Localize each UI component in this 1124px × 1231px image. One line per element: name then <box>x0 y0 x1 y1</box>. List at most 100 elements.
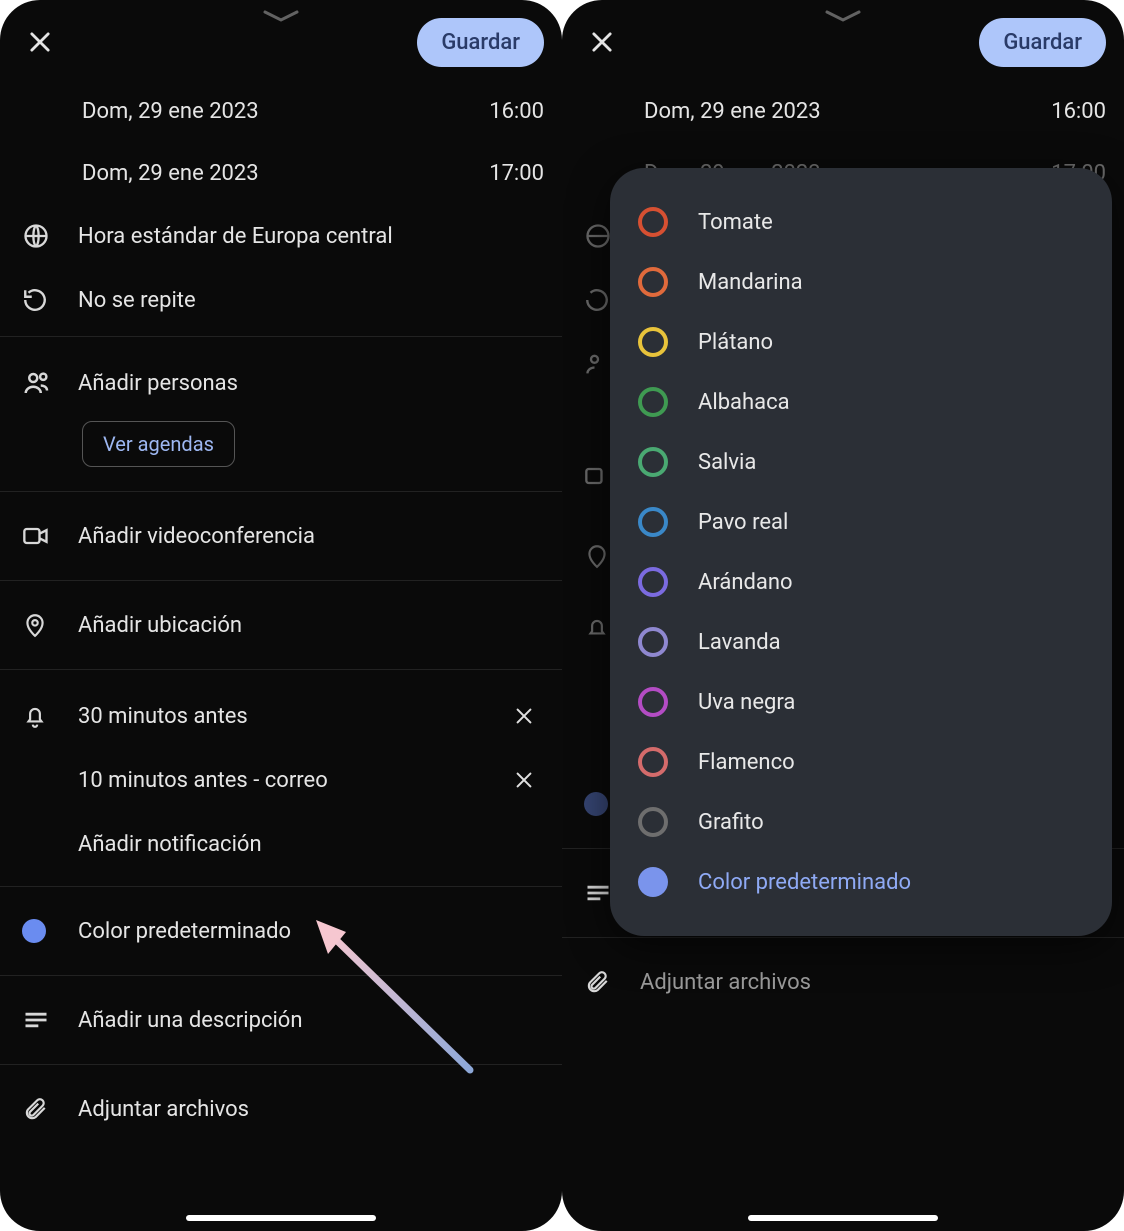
color-option-label: Lavanda <box>698 630 781 655</box>
description-row[interactable]: Añadir una descripción <box>0 980 562 1060</box>
end-datetime-row[interactable]: Dom, 29 ene 2023 17:00 <box>0 142 562 204</box>
save-button[interactable]: Guardar <box>979 18 1106 67</box>
color-dot-icon <box>22 919 78 943</box>
color-option[interactable]: Arándano <box>620 552 1102 612</box>
start-datetime-row[interactable]: Dom, 29 ene 2023 16:00 <box>0 80 562 142</box>
add-video-row[interactable]: Añadir videoconferencia <box>0 496 562 576</box>
color-row[interactable]: Color predeterminado <box>0 891 562 971</box>
color-option-label: Flamenco <box>698 750 795 775</box>
remove-reminder-1-button[interactable] <box>504 696 544 736</box>
attachment-icon <box>584 969 640 995</box>
add-location-row[interactable]: Añadir ubicación <box>0 585 562 665</box>
color-option-label: Plátano <box>698 330 773 355</box>
add-people-row[interactable]: Añadir personas <box>0 351 562 415</box>
end-date: Dom, 29 ene 2023 <box>82 161 259 186</box>
attach-row[interactable]: Adjuntar archivos <box>0 1069 562 1149</box>
phone-right: Guardar Dom, 29 ene 2023 16:00 Dom, 29 e… <box>562 0 1124 1231</box>
add-people-label: Añadir personas <box>78 371 544 396</box>
people-icon <box>22 368 78 398</box>
video-icon <box>22 522 78 550</box>
add-notification-label: Añadir notificación <box>78 832 544 857</box>
divider <box>0 886 562 887</box>
close-button[interactable] <box>580 20 624 64</box>
color-option[interactable]: Salvia <box>620 432 1102 492</box>
save-button[interactable]: Guardar <box>417 18 544 67</box>
color-label: Color predeterminado <box>78 919 544 944</box>
notifications-section: 30 minutos antes 10 minutos antes - corr… <box>0 674 562 882</box>
attach-label: Adjuntar archivos <box>78 1097 544 1122</box>
drag-handle <box>259 6 303 28</box>
color-option-label: Salvia <box>698 450 756 475</box>
color-swatch-icon <box>638 207 668 237</box>
close-button[interactable] <box>18 20 62 64</box>
view-schedules-wrap: Ver agendas <box>0 415 562 481</box>
divider <box>0 336 562 337</box>
color-swatch-icon <box>638 267 668 297</box>
timezone-row[interactable]: Hora estándar de Europa central <box>0 204 562 268</box>
color-option[interactable]: Uva negra <box>620 672 1102 732</box>
start-date: Dom, 29 ene 2023 <box>82 99 259 124</box>
color-option[interactable]: Flamenco <box>620 732 1102 792</box>
color-swatch-icon <box>638 567 668 597</box>
bell-icon <box>22 703 78 729</box>
view-schedules-button[interactable]: Ver agendas <box>82 421 235 467</box>
color-option-label: Albahaca <box>698 390 790 415</box>
divider <box>0 491 562 492</box>
color-option[interactable]: Lavanda <box>620 612 1102 672</box>
reminder-2-row[interactable]: 10 minutos antes - correo <box>0 748 562 812</box>
color-option-label: Arándano <box>698 570 793 595</box>
divider <box>0 580 562 581</box>
home-indicator <box>186 1215 376 1221</box>
divider <box>0 975 562 976</box>
repeat-icon <box>22 287 78 313</box>
add-location-label: Añadir ubicación <box>78 613 544 638</box>
color-option[interactable]: Tomate <box>620 192 1102 252</box>
color-picker-popup: Tomate Mandarina Plátano Albahaca Salvia Pavo… <box>610 168 1112 936</box>
color-option[interactable]: Albahaca <box>620 372 1102 432</box>
repeat-label: No se repite <box>78 288 544 313</box>
divider <box>0 1064 562 1065</box>
drag-handle <box>821 6 865 28</box>
people-section: Añadir personas Ver agendas <box>0 341 562 487</box>
color-option-label: Uva negra <box>698 690 795 715</box>
globe-icon <box>22 222 78 250</box>
color-option-default-label: Color predeterminado <box>698 870 911 895</box>
add-video-label: Añadir videoconferencia <box>78 524 544 549</box>
notes-icon <box>22 1006 78 1034</box>
remove-reminder-2-button[interactable] <box>504 760 544 800</box>
color-option-default[interactable]: Color predeterminado <box>620 852 1102 912</box>
reminder-2-label: 10 minutos antes - correo <box>78 768 504 793</box>
description-label: Añadir una descripción <box>78 1008 544 1033</box>
color-option[interactable]: Pavo real <box>620 492 1102 552</box>
reminder-1-label: 30 minutos antes <box>78 704 504 729</box>
color-swatch-icon <box>638 627 668 657</box>
start-time: 16:00 <box>1051 99 1106 124</box>
add-notification-row[interactable]: Añadir notificación <box>0 812 562 876</box>
color-option[interactable]: Grafito <box>620 792 1102 852</box>
repeat-row[interactable]: No se repite <box>0 268 562 332</box>
color-swatch-icon <box>638 387 668 417</box>
color-option-label: Pavo real <box>698 510 788 535</box>
timezone-label: Hora estándar de Europa central <box>78 224 544 249</box>
start-date: Dom, 29 ene 2023 <box>644 99 821 124</box>
color-swatch-icon <box>638 687 668 717</box>
color-option-label: Tomate <box>698 210 773 235</box>
home-indicator <box>748 1215 938 1221</box>
color-swatch-icon <box>638 447 668 477</box>
color-swatch-default-icon <box>638 867 668 897</box>
color-swatch-icon <box>638 327 668 357</box>
phone-left: Guardar Dom, 29 ene 2023 16:00 Dom, 29 e… <box>0 0 562 1231</box>
color-option-label: Mandarina <box>698 270 803 295</box>
reminder-1-row[interactable]: 30 minutos antes <box>0 684 562 748</box>
divider <box>562 937 1124 938</box>
color-option[interactable]: Plátano <box>620 312 1102 372</box>
attachment-icon <box>22 1096 78 1122</box>
color-swatch-icon <box>638 747 668 777</box>
color-swatch-icon <box>638 807 668 837</box>
divider <box>0 669 562 670</box>
start-datetime-row[interactable]: Dom, 29 ene 2023 16:00 <box>562 80 1124 142</box>
color-option[interactable]: Mandarina <box>620 252 1102 312</box>
location-icon <box>22 612 78 638</box>
attach-row[interactable]: Adjuntar archivos <box>562 942 1124 1022</box>
attach-label: Adjuntar archivos <box>640 970 1106 995</box>
